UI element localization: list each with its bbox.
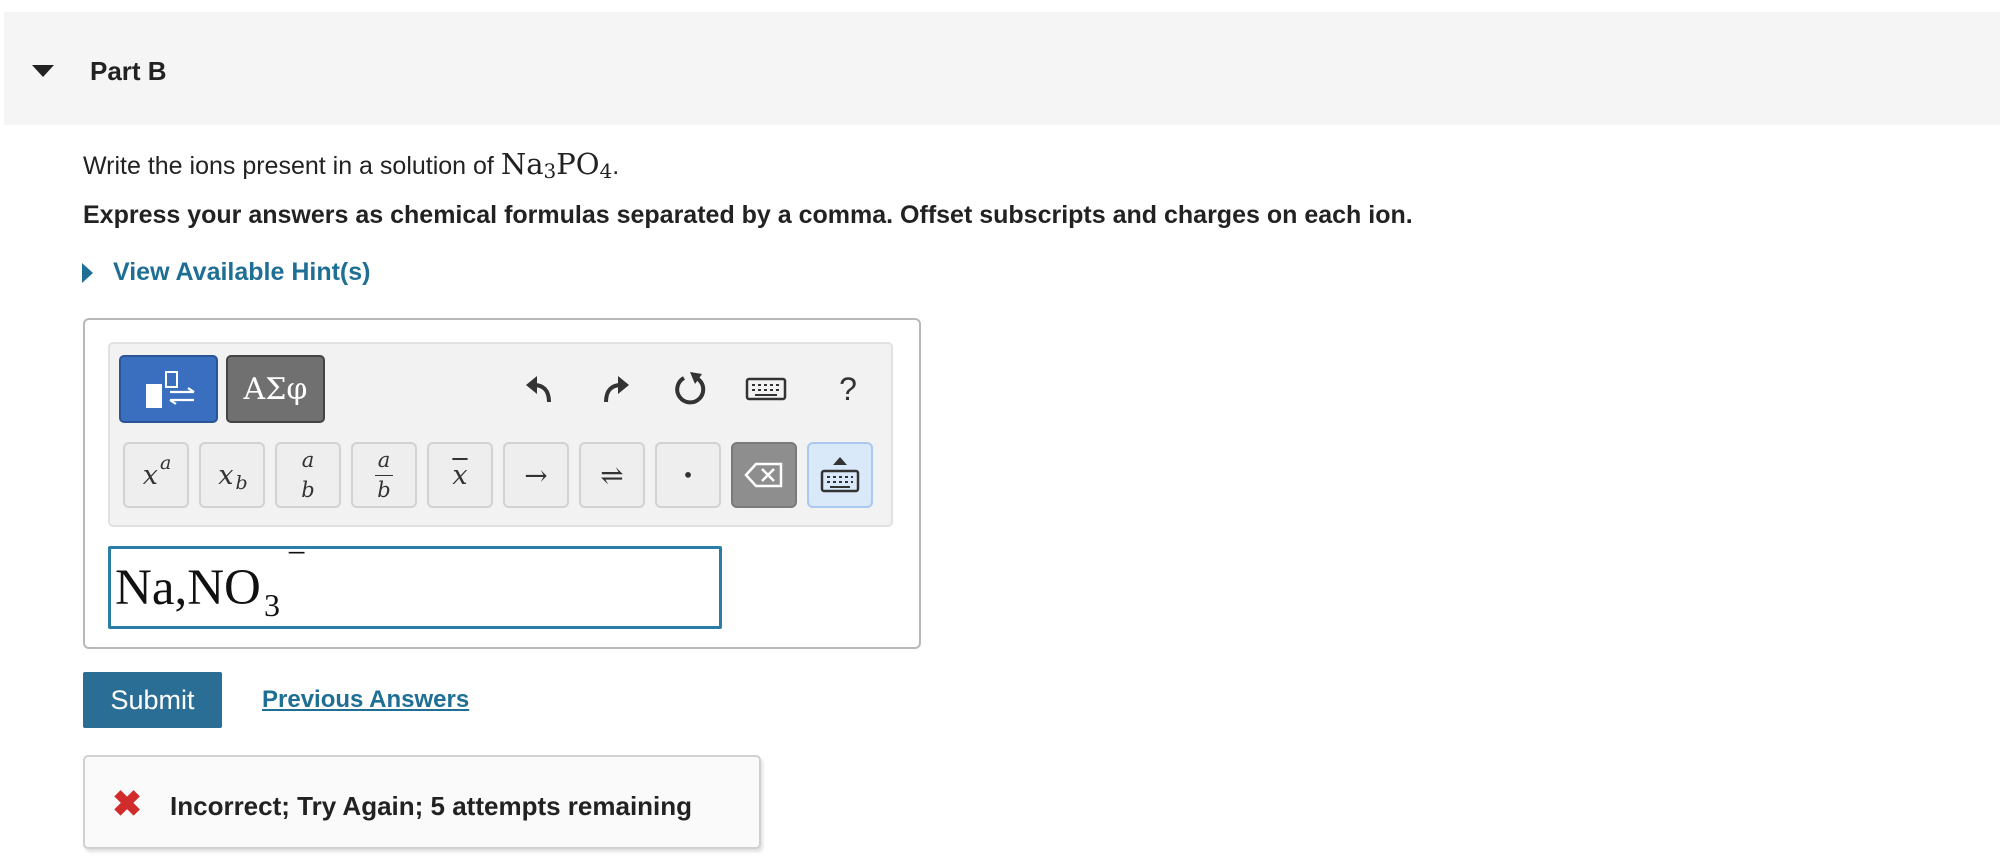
part-header[interactable]: Part B <box>4 12 2000 125</box>
help-label: ? <box>839 370 857 407</box>
instructions: Express your answers as chemical formula… <box>83 201 1413 229</box>
error-x-icon: ✖ <box>112 783 143 824</box>
redo-icon <box>604 376 629 403</box>
equilibrium-arrow-key[interactable]: ⇌ <box>579 442 645 508</box>
templates-button[interactable] <box>119 355 218 423</box>
answer-box: ΑΣφ ? x a x b a b a b x → ⇌ • Na,NO 3 − <box>83 318 921 649</box>
keyboard-toggle-icon <box>820 457 860 493</box>
backspace-key[interactable] <box>731 442 797 508</box>
question-prefix: Write the ions present in a solution of <box>83 152 501 180</box>
feedback-banner: ✖ Incorrect; Try Again; 5 attempts remai… <box>83 755 761 849</box>
collapse-caret-icon[interactable] <box>32 65 54 77</box>
redo-button[interactable] <box>590 362 640 416</box>
undo-icon <box>526 376 551 403</box>
math-toolbar: ΑΣφ ? x a x b a b a b x → ⇌ • <box>108 342 893 527</box>
view-hints-label[interactable]: View Available Hint(s) <box>113 258 370 287</box>
submit-button[interactable]: Submit <box>83 672 222 728</box>
answer-input-text: Na,NO <box>115 560 261 616</box>
feedback-message: Incorrect; Try Again; 5 attempts remaini… <box>170 791 693 821</box>
inline-fraction-key[interactable]: a b <box>351 442 417 508</box>
greek-symbols-button[interactable]: ΑΣφ <box>226 355 325 423</box>
answer-input-subscript: 3 <box>264 587 280 623</box>
templates-icon <box>145 371 195 408</box>
previous-answers-link[interactable]: Previous Answers <box>262 686 469 714</box>
fraction-key[interactable]: a b <box>275 442 341 508</box>
overline-key[interactable]: x <box>427 442 493 508</box>
part-title: Part B <box>90 56 167 86</box>
reset-button[interactable] <box>665 362 715 416</box>
answer-input[interactable]: Na,NO 3 − <box>108 535 722 629</box>
question-text: Write the ions present in a solution of … <box>83 147 620 183</box>
reaction-arrow-key[interactable]: → <box>503 442 569 508</box>
view-hints-toggle[interactable]: View Available Hint(s) <box>82 258 370 287</box>
subscript-key[interactable]: xb <box>199 442 265 508</box>
keyboard-toggle-key[interactable] <box>807 442 873 508</box>
superscript-key[interactable]: xa <box>123 442 189 508</box>
undo-button[interactable] <box>515 362 565 416</box>
dot-key[interactable]: • <box>655 442 721 508</box>
keyboard-shortcuts-button[interactable] <box>741 362 791 416</box>
expand-caret-icon <box>82 262 93 283</box>
backspace-icon <box>744 462 783 488</box>
keyboard-icon <box>745 377 787 401</box>
reset-icon <box>675 372 706 405</box>
answer-input-superscript: − <box>287 535 307 572</box>
chemical-formula: Na3PO4 <box>500 147 613 183</box>
help-button[interactable]: ? <box>823 362 873 416</box>
